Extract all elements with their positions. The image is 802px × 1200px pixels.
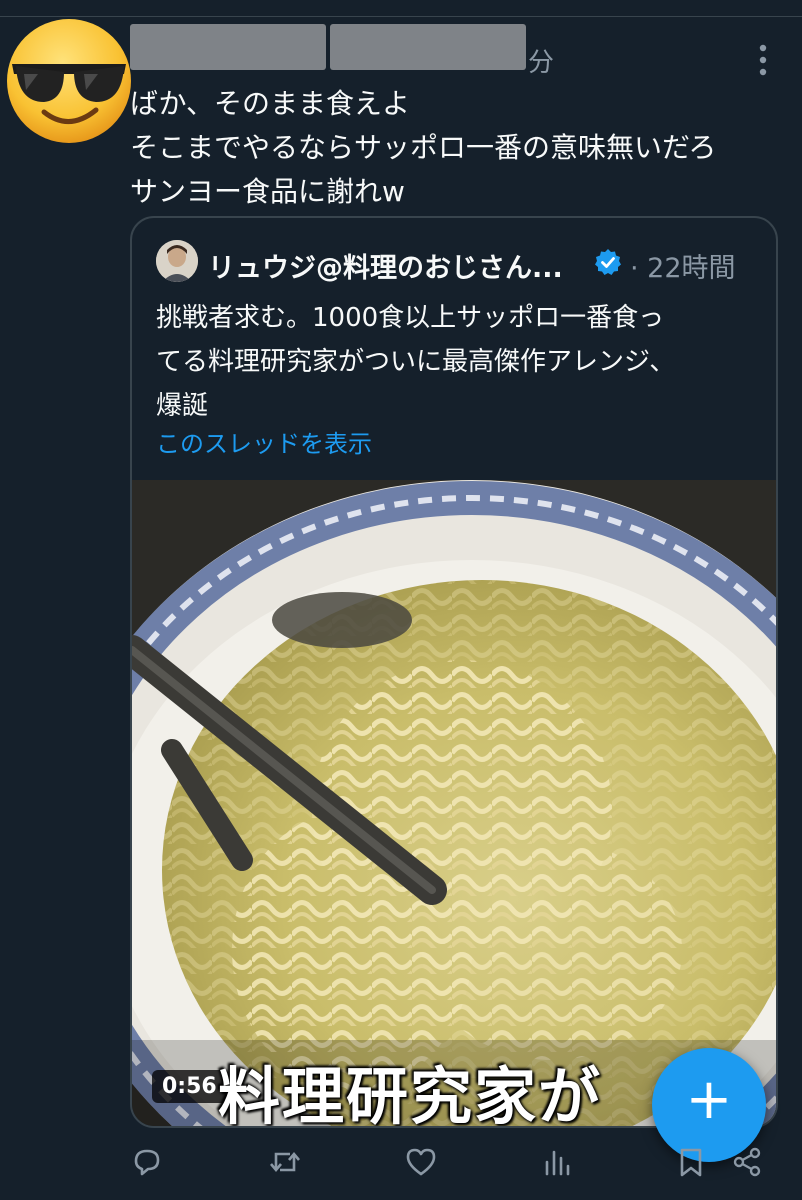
vertical-ellipsis-icon[interactable] — [748, 42, 778, 78]
show-thread-link[interactable]: このスレッドを表示 — [156, 424, 372, 459]
quote-author-name[interactable]: リュウジ@料理のおじさん... — [208, 246, 563, 285]
sunglasses-emoji-icon[interactable] — [4, 14, 134, 144]
heart-icon[interactable] — [404, 1145, 438, 1179]
quote-text: 挑戦者求む。1000食以上サッポロ一番食っ てる料理研究家がついに最高傑作アレン… — [156, 296, 746, 428]
retweet-icon[interactable] — [268, 1145, 302, 1179]
quote-text-line: 挑戦者求む。1000食以上サッポロ一番食っ — [156, 303, 665, 333]
video-duration: 0:56 — [152, 1070, 227, 1103]
redacted-username — [330, 24, 526, 70]
tweet-line: そこまでやるならサッポロ一番の意味無いだろ — [130, 131, 717, 164]
tweet-line: サンヨー食品に謝れw — [130, 175, 405, 208]
reply-icon[interactable] — [130, 1145, 164, 1179]
video-caption: 料理研究家が — [218, 1060, 603, 1126]
redacted-display-name — [130, 24, 326, 70]
tweet-time: 分 — [528, 48, 555, 78]
quoted-tweet-card[interactable]: リュウジ@料理のおじさん... · 22時間 挑戦者求む。1000食以上サッポロ… — [130, 216, 778, 1128]
quote-author-avatar[interactable] — [156, 240, 198, 282]
views-chart-icon[interactable] — [540, 1145, 574, 1179]
verified-badge-icon — [594, 248, 622, 276]
video-thumbnail[interactable]: 0:56 料理研究家が — [132, 480, 776, 1126]
ramen-bowl-image — [132, 480, 776, 1126]
quote-text-line: てる料理研究家がついに最高傑作アレンジ、 — [156, 347, 676, 377]
tweet-text: ばか、そのまま食えよ そこまでやるならサッポロ一番の意味無いだろ サンヨー食品に… — [130, 82, 780, 214]
plus-icon: + — [685, 1067, 733, 1132]
share-icon[interactable] — [730, 1145, 764, 1179]
quote-text-line: 爆誕 — [156, 391, 209, 421]
quote-time: · 22時間 — [630, 253, 736, 284]
tweet-line: ばか、そのまま食えよ — [130, 87, 411, 120]
bookmark-icon[interactable] — [674, 1145, 708, 1179]
